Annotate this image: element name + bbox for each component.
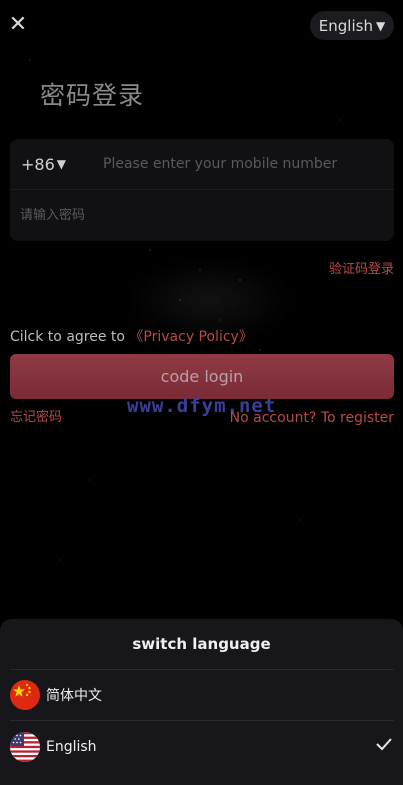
phone-row: +86 ▼ — [10, 139, 394, 190]
language-option-label: 简体中文 — [46, 688, 102, 704]
switch-to-code-login-link[interactable]: 验证码登录 — [329, 258, 394, 277]
register-link[interactable]: No account? To register — [230, 410, 394, 426]
sheet-title: switch language — [132, 635, 271, 653]
password-row — [10, 190, 394, 241]
language-option-label: English — [46, 739, 97, 755]
china-flag-icon — [10, 680, 40, 710]
agreement-prefix: Cilck to agree to — [10, 329, 125, 345]
forgot-password-link[interactable]: 忘记密码 — [10, 406, 62, 425]
password-input[interactable] — [20, 208, 380, 223]
code-login-button[interactable]: code login — [10, 354, 394, 399]
login-form: +86 ▼ — [10, 139, 394, 241]
close-icon[interactable]: ✕ — [8, 12, 28, 38]
privacy-policy-link[interactable]: 《Privacy Policy》 — [129, 329, 252, 345]
language-selector-button[interactable]: English ▼ — [310, 11, 394, 40]
phone-input[interactable] — [103, 156, 393, 172]
checkmark-icon — [376, 738, 392, 751]
language-selector-label: English — [318, 16, 373, 35]
caret-down-icon: ▼ — [56, 157, 66, 171]
country-code-selector[interactable]: +86 ▼ — [21, 155, 91, 174]
agreement-text: Cilck to agree to 《Privacy Policy》 — [10, 326, 253, 346]
divider — [10, 720, 394, 721]
country-code-label: +86 — [21, 154, 55, 174]
language-sheet: switch language 简体中文 English — [0, 619, 403, 785]
language-option-chinese[interactable]: 简体中文 — [0, 670, 403, 720]
page-title: 密码登录 — [40, 81, 145, 110]
caret-down-icon: ▼ — [375, 18, 386, 33]
usa-flag-icon — [10, 732, 40, 762]
language-option-english[interactable]: English — [0, 722, 403, 772]
